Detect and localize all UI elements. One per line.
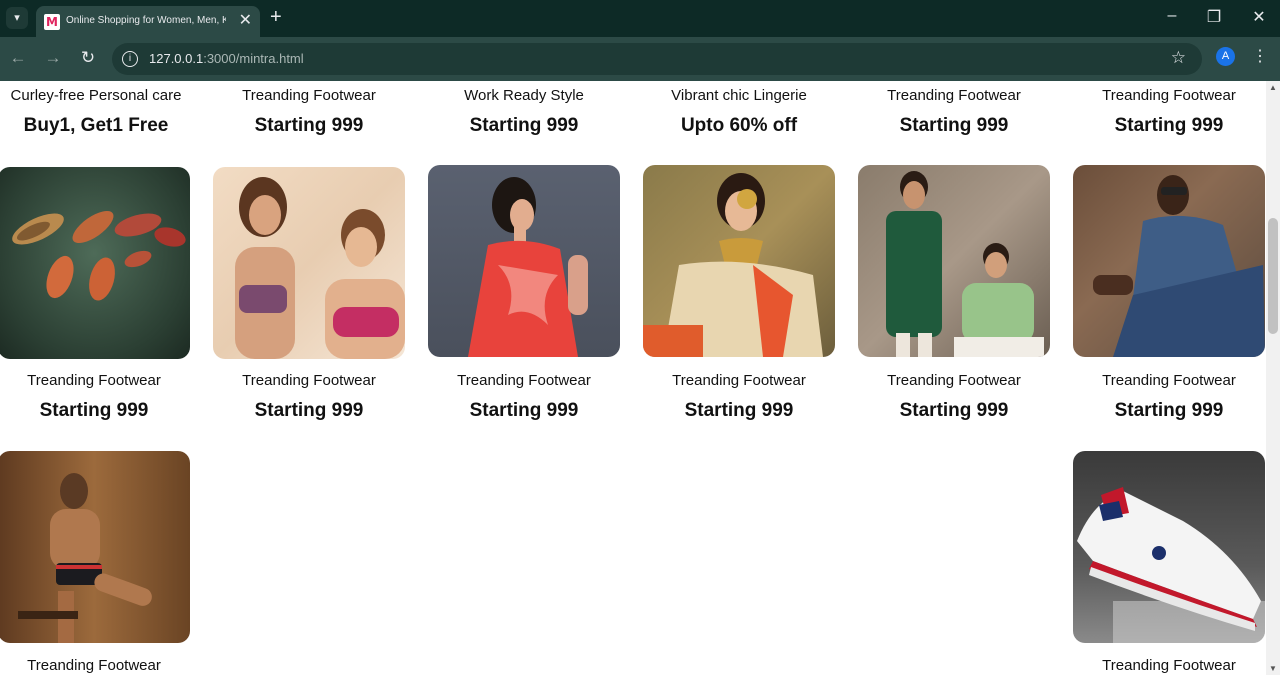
card-offer: Starting 999 [469,115,579,136]
card-offer: Starting 999 [899,115,1009,136]
card-label: Curley-free Personal care [10,87,182,104]
card-label: Treanding Footwear [1102,87,1236,104]
offer-card[interactable]: Treanding Footwear Starting 999 [428,371,620,423]
offer-card[interactable]: Treanding Footwear Starting 999 [858,86,1050,138]
card-offer: Starting 999 [254,400,364,421]
offer-card[interactable]: Treanding Footwear [0,656,190,675]
product-image[interactable] [1073,451,1265,643]
menu-icon[interactable]: ⋮ [1252,46,1268,66]
card-offer: Starting 999 [684,400,794,421]
card-label: Treanding Footwear [887,372,1021,389]
product-image[interactable] [0,167,190,359]
vertical-scrollbar[interactable]: ▲ ▼ [1266,81,1280,675]
scroll-down-icon[interactable]: ▼ [1269,664,1277,673]
product-image[interactable] [0,451,190,643]
offer-card[interactable]: Treanding Footwear [1073,656,1265,675]
browser-toolbar: ← → ↻ i 127.0.0.1:3000/mintra.html ☆ A ⋮ [0,37,1280,81]
card-label: Treanding Footwear [887,87,1021,104]
page-content: Curley-free Personal care Buy1, Get1 Fre… [0,81,1266,675]
browser-tab[interactable]: M Online Shopping for Women, Men, Kids ✕ [36,6,260,37]
card-offer: Starting 999 [469,400,579,421]
card-offer: Starting 999 [1114,400,1224,421]
reload-icon[interactable]: ↻ [77,48,99,68]
card-offer: Starting 999 [1114,115,1224,136]
scroll-thumb[interactable] [1268,218,1278,334]
offer-card[interactable]: Treanding Footwear Starting 999 [858,371,1050,423]
card-label: Vibrant chic Lingerie [671,87,807,104]
product-image[interactable] [858,165,1050,357]
favicon-icon: M [44,14,60,30]
product-image[interactable] [1073,165,1265,357]
restore-icon[interactable]: ❐ [1199,7,1229,27]
offer-card[interactable]: Treanding Footwear Starting 999 [213,371,405,423]
offer-card[interactable]: Treanding Footwear Starting 999 [643,371,835,423]
offer-card[interactable]: Curley-free Personal care Buy1, Get1 Fre… [0,86,192,138]
forward-icon[interactable]: → [42,48,64,68]
card-offer: Starting 999 [899,400,1009,421]
address-bar[interactable]: i 127.0.0.1:3000/mintra.html ☆ [112,43,1202,75]
offer-card[interactable]: Treanding Footwear Starting 999 [1073,86,1265,138]
browser-tab-strip: ▾ M Online Shopping for Women, Men, Kids… [0,0,1280,37]
card-offer: Starting 999 [254,115,364,136]
url-text[interactable]: 127.0.0.1:3000/mintra.html [149,51,304,66]
card-label: Treanding Footwear [1102,657,1236,674]
card-offer: Upto 60% off [680,115,798,136]
card-offer: Starting 999 [39,400,149,421]
site-info-icon[interactable]: i [122,51,138,67]
offer-card[interactable]: Work Ready Style Starting 999 [428,86,620,138]
offer-card[interactable]: Treanding Footwear Starting 999 [213,86,405,138]
back-icon[interactable]: ← [7,48,29,68]
new-tab-icon[interactable]: + [270,6,282,29]
product-image[interactable] [213,167,405,359]
card-offer: Buy1, Get1 Free [23,115,169,136]
product-image[interactable] [428,165,620,357]
product-image[interactable] [643,165,835,357]
offer-card[interactable]: Treanding Footwear Starting 999 [1073,371,1265,423]
card-label: Treanding Footwear [27,372,161,389]
window-close-icon[interactable]: ✕ [1244,7,1274,27]
card-label: Treanding Footwear [1102,372,1236,389]
scroll-up-icon[interactable]: ▲ [1269,83,1277,92]
card-label: Treanding Footwear [27,657,161,674]
close-icon[interactable]: ✕ [239,10,252,30]
profile-avatar[interactable]: A [1216,47,1235,66]
minimize-icon[interactable]: – [1157,7,1187,25]
offer-card[interactable]: Vibrant chic Lingerie Upto 60% off [643,86,835,138]
card-label: Treanding Footwear [457,372,591,389]
bookmark-star-icon[interactable]: ☆ [1171,48,1186,68]
card-label: Treanding Footwear [242,372,376,389]
offer-card[interactable]: Treanding Footwear Starting 999 [0,371,190,423]
tab-search-icon[interactable]: ▾ [6,7,28,29]
card-label: Treanding Footwear [672,372,806,389]
card-label: Treanding Footwear [242,87,376,104]
card-label: Work Ready Style [464,87,584,104]
tab-title: Online Shopping for Women, Men, Kids [66,15,226,26]
